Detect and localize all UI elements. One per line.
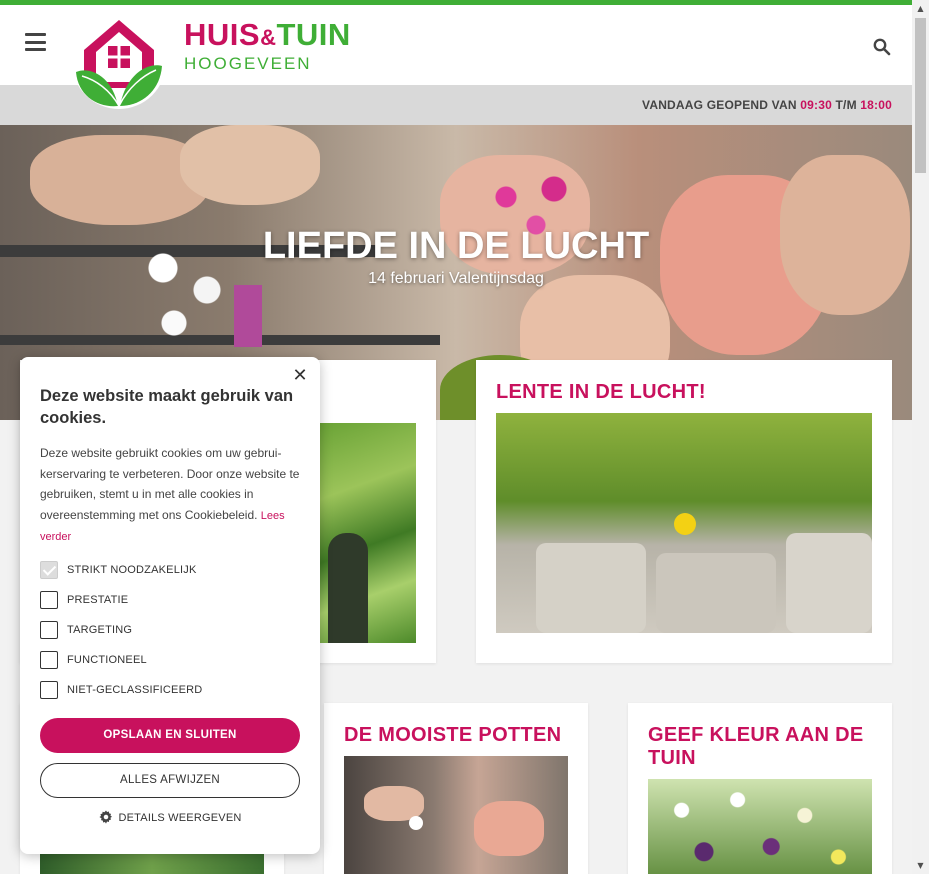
checkbox-label: STRIKT NOODZAKELIJK xyxy=(67,564,197,576)
checkbox-label: PRESTATIE xyxy=(67,594,129,606)
closing-time: 18:00 xyxy=(860,98,892,112)
checkbox-unclassified[interactable] xyxy=(40,681,58,699)
cookie-option-functional[interactable]: FUNCTIONEEL xyxy=(40,651,147,669)
promo-card-kleur[interactable]: GEEF KLEUR AAN DE TUIN xyxy=(628,703,892,874)
details-label: DETAILS WEERGEVEN xyxy=(118,812,242,824)
hero-photo-price-tag xyxy=(234,285,262,347)
logo-house-icon[interactable] xyxy=(70,10,168,114)
brand-name-part2: TUIN xyxy=(276,17,351,52)
checkbox-performance[interactable] xyxy=(40,591,58,609)
cookie-description: Deze website gebruikt cookies om uw gebr… xyxy=(40,443,302,548)
scroll-up-arrow-icon[interactable]: ▲ xyxy=(912,0,929,17)
cookie-option-performance[interactable]: PRESTATIE xyxy=(40,591,128,609)
opening-time: 09:30 xyxy=(800,98,832,112)
checkbox-targeting[interactable] xyxy=(40,621,58,639)
show-details-button[interactable]: DETAILS WEERGEVEN xyxy=(20,810,320,824)
checkbox-label: TARGETING xyxy=(67,624,133,636)
pot-shape xyxy=(474,801,544,856)
cookie-title: Deze website maakt gebruik van cookies. xyxy=(40,387,294,427)
opening-hours-separator: T/M xyxy=(831,98,861,112)
cookie-consent-dialog: ✕ Deze website maakt gebruik van cookies… xyxy=(20,357,320,854)
checkbox-label: NIET-GECLASSIFICEERD xyxy=(67,684,203,696)
save-and-close-button[interactable]: OPSLAAN EN SLUITEN xyxy=(40,718,300,753)
checkbox-functional[interactable] xyxy=(40,651,58,669)
checkbox-label: FUNCTIONEEL xyxy=(67,654,147,666)
orchid-flower xyxy=(409,816,423,830)
checkbox-strict[interactable] xyxy=(40,561,58,579)
cookie-option-unclassified[interactable]: NIET-GECLASSIFICEERD xyxy=(40,681,202,699)
hero-photo-pot xyxy=(180,125,320,205)
hero-subtitle: 14 februari Valentijnsdag xyxy=(368,270,544,287)
scrollbar-thumb[interactable] xyxy=(915,18,926,173)
brand-name-part1: HUIS xyxy=(184,17,261,52)
daffodil-flower xyxy=(674,513,696,535)
hamburger-icon[interactable] xyxy=(25,33,46,51)
bulb-pot xyxy=(536,543,646,633)
brand-location: HOOGEVEEN xyxy=(184,54,312,73)
gear-icon xyxy=(98,810,112,824)
hero-title: LIEFDE IN DE LUCHT xyxy=(262,225,650,267)
promo-card-potten[interactable]: DE MOOISTE POTTEN xyxy=(324,703,588,874)
bulb-pot xyxy=(786,533,872,633)
promo-card-1-image xyxy=(320,423,416,643)
promo-card-title: LENTE IN DE LUCHT! xyxy=(496,381,706,403)
promo-card-title: GEEF KLEUR AAN DE TUIN xyxy=(648,724,864,769)
promo-card-image xyxy=(648,779,872,874)
promo-card-image xyxy=(496,413,872,633)
brand-ampersand: & xyxy=(260,25,277,50)
opening-hours-text: VANDAAG GEOPEND VAN 09:30 T/M 18:00 xyxy=(642,98,892,112)
close-icon[interactable]: ✕ xyxy=(290,365,310,385)
search-icon[interactable] xyxy=(873,38,891,56)
opening-hours-prefix: VANDAAG GEOPEND VAN xyxy=(642,98,801,112)
bulb-pot xyxy=(656,553,776,633)
promo-card-title: DE MOOISTE POTTEN xyxy=(344,724,562,746)
brand-name: HUIS&TUIN xyxy=(184,19,351,54)
promo-card-lente[interactable]: LENTE IN DE LUCHT! xyxy=(476,360,892,663)
promo-card-image xyxy=(344,756,568,874)
cookie-option-targeting[interactable]: TARGETING xyxy=(40,621,132,639)
cookie-option-strict[interactable]: STRIKT NOODZAKELIJK xyxy=(40,561,197,579)
reject-all-button[interactable]: ALLES AFWIJZEN xyxy=(40,763,300,798)
brand-logo-text[interactable]: HUIS&TUIN HOOGEVEEN xyxy=(184,19,351,74)
scroll-down-arrow-icon[interactable]: ▼ xyxy=(912,857,929,874)
person-silhouette xyxy=(328,533,368,643)
